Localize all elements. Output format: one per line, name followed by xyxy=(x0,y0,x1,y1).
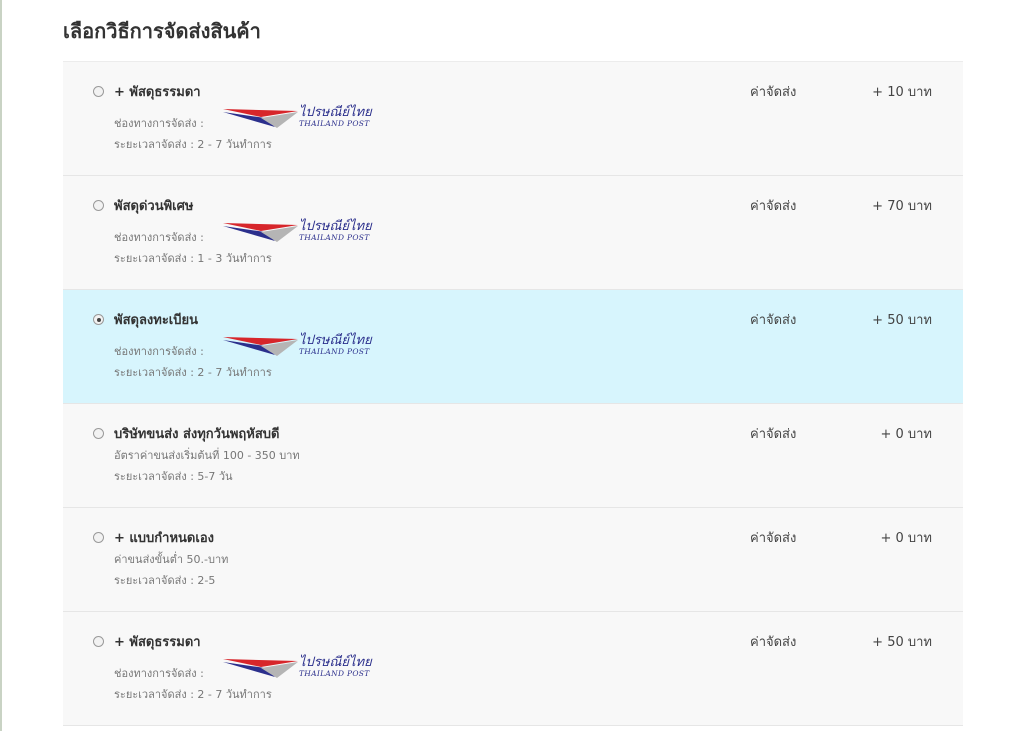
delivery-duration: ระยะเวลาจัดส่ง : 1 - 3 วันทำการ xyxy=(114,252,272,265)
channel-label: ช่องทางการจัดส่ง : xyxy=(114,117,204,130)
channel-label: ช่องทางการจัดส่ง : xyxy=(114,667,204,680)
option-title: พัสดุลงทะเบียน xyxy=(114,313,199,328)
logo-thai-text: ไปรษณีย์ไทย xyxy=(299,655,372,670)
logo-english-text: THAILAND POST xyxy=(299,347,370,356)
logo-english-text: THAILAND POST xyxy=(299,119,370,128)
fee-amount: + 50 บาท xyxy=(872,313,932,328)
logo-english-text: THAILAND POST xyxy=(299,669,370,678)
fee-label: ค่าจัดส่ง xyxy=(750,85,797,100)
delivery-duration: ระยะเวลาจัดส่ง : 2 - 7 วันทำการ xyxy=(114,138,272,151)
fee-label: ค่าจัดส่ง xyxy=(750,313,797,328)
fee-amount: + 70 บาท xyxy=(872,199,932,214)
delivery-duration: ระยะเวลาจัดส่ง : 2 - 7 วันทำการ xyxy=(114,366,272,379)
fee-label: ค่าจัดส่ง xyxy=(750,427,797,442)
fee-label: ค่าจัดส่ง xyxy=(750,635,797,650)
option-title: บริษัทขนส่ง ส่งทุกวันพฤหัสบดี xyxy=(114,427,280,442)
shipping-option-custom[interactable]: + แบบกำหนดเอง ค่าขนส่งขั้นต่ำ 50.-บาท ระ… xyxy=(63,508,963,612)
radio-dot-icon xyxy=(96,317,101,322)
radio-button[interactable] xyxy=(93,636,104,647)
option-title: + พัสดุธรรมดา xyxy=(114,85,201,100)
radio-button[interactable] xyxy=(93,86,104,97)
fee-amount: + 10 บาท xyxy=(872,85,932,100)
page-title: เลือกวิธีการจัดส่งสินค้า xyxy=(63,19,261,43)
channel-label: ช่องทางการจัดส่ง : xyxy=(114,345,204,358)
logo-thai-text: ไปรษณีย์ไทย xyxy=(299,333,372,348)
thailand-post-bird-icon xyxy=(223,109,298,128)
left-edge-divider xyxy=(0,0,2,731)
rate-note: อัตราค่าขนส่งเริ่มต้นที่ 100 - 350 บาท xyxy=(114,449,300,462)
shipping-options-list: + พัสดุธรรมดา ช่องทางการจัดส่ง : ไปรษณีย… xyxy=(63,61,963,726)
logo-english-text: THAILAND POST xyxy=(299,233,370,242)
thailand-post-bird-icon xyxy=(223,337,298,356)
fee-amount: + 0 บาท xyxy=(880,427,932,442)
thailand-post-logo: ไปรษณีย์ไทย THAILAND POST xyxy=(223,219,373,244)
logo-thai-text: ไปรษณีย์ไทย xyxy=(299,219,372,234)
option-title: + พัสดุธรรมดา xyxy=(114,635,201,650)
option-title: พัสดุด่วนพิเศษ xyxy=(114,199,194,214)
fee-label: ค่าจัดส่ง xyxy=(750,531,797,546)
shipping-option-standard-2[interactable]: + พัสดุธรรมดา ช่องทางการจัดส่ง : ไปรษณีย… xyxy=(63,612,963,726)
thailand-post-logo: ไปรษณีย์ไทย THAILAND POST xyxy=(223,105,373,130)
option-title: + แบบกำหนดเอง xyxy=(114,531,214,546)
delivery-duration: ระยะเวลาจัดส่ง : 5-7 วัน xyxy=(114,470,233,483)
radio-button[interactable] xyxy=(93,428,104,439)
thailand-post-bird-icon xyxy=(223,659,298,678)
delivery-duration: ระยะเวลาจัดส่ง : 2 - 7 วันทำการ xyxy=(114,688,272,701)
thailand-post-logo: ไปรษณีย์ไทย THAILAND POST xyxy=(223,333,373,358)
shipping-option-express[interactable]: พัสดุด่วนพิเศษ ช่องทางการจัดส่ง : ไปรษณี… xyxy=(63,176,963,290)
shipping-option-transport-company[interactable]: บริษัทขนส่ง ส่งทุกวันพฤหัสบดี อัตราค่าขน… xyxy=(63,404,963,508)
radio-button[interactable] xyxy=(93,200,104,211)
shipping-option-standard[interactable]: + พัสดุธรรมดา ช่องทางการจัดส่ง : ไปรษณีย… xyxy=(63,62,963,176)
radio-button-checked[interactable] xyxy=(93,314,104,325)
channel-label: ช่องทางการจัดส่ง : xyxy=(114,231,204,244)
fee-amount: + 0 บาท xyxy=(880,531,932,546)
fee-amount: + 50 บาท xyxy=(872,635,932,650)
fee-label: ค่าจัดส่ง xyxy=(750,199,797,214)
shipping-option-registered[interactable]: พัสดุลงทะเบียน ช่องทางการจัดส่ง : ไปรษณี… xyxy=(63,290,963,404)
radio-button[interactable] xyxy=(93,532,104,543)
thailand-post-logo: ไปรษณีย์ไทย THAILAND POST xyxy=(223,655,373,680)
minimum-fee-note: ค่าขนส่งขั้นต่ำ 50.-บาท xyxy=(114,553,229,566)
thailand-post-bird-icon xyxy=(223,223,298,242)
logo-thai-text: ไปรษณีย์ไทย xyxy=(299,105,372,120)
delivery-duration: ระยะเวลาจัดส่ง : 2-5 xyxy=(114,574,216,587)
